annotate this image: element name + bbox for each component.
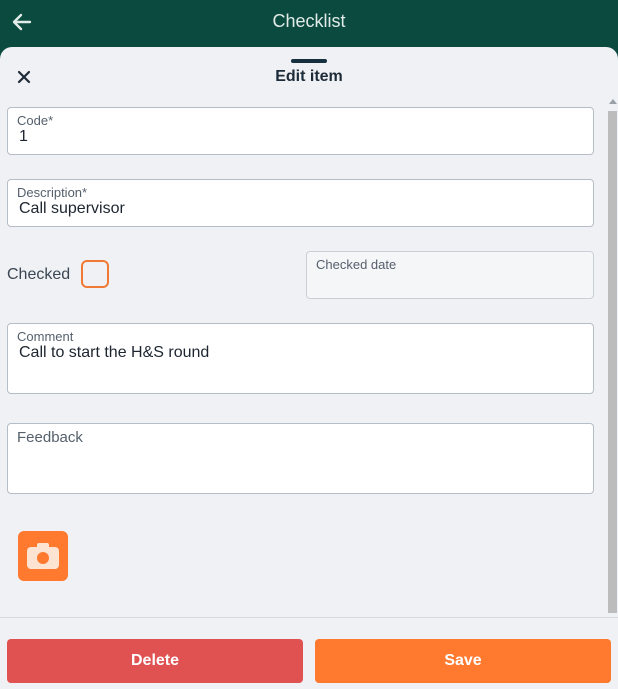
comment-label: Comment	[17, 329, 74, 344]
action-footer: Delete Save	[0, 617, 618, 689]
comment-field[interactable]: Comment Call to start the H&S round	[7, 323, 594, 394]
camera-button[interactable]	[18, 531, 68, 581]
code-label: Code*	[17, 113, 54, 128]
comment-value: Call to start the H&S round	[19, 344, 210, 361]
checked-checkbox[interactable]	[81, 260, 109, 288]
scrollbar-thumb[interactable]	[608, 111, 617, 613]
sheet-title: Edit item	[275, 68, 343, 85]
code-field[interactable]: Code* 1	[7, 107, 594, 155]
app-header: Checklist	[0, 0, 618, 46]
checked-label: Checked	[7, 266, 71, 283]
code-value: 1	[19, 128, 28, 145]
camera-icon	[27, 543, 59, 569]
description-field[interactable]: Description* Call supervisor	[7, 179, 594, 227]
scroll-up-arrow-icon[interactable]	[609, 99, 617, 104]
save-button[interactable]: Save	[315, 639, 611, 683]
description-label: Description*	[17, 185, 88, 200]
feedback-label: Feedback	[17, 429, 83, 446]
edit-item-sheet: Edit item Code* 1 Description* Call supe…	[0, 47, 618, 689]
checked-date-label: Checked date	[316, 257, 397, 272]
delete-button[interactable]: Delete	[7, 639, 303, 683]
feedback-field[interactable]: Feedback	[7, 423, 594, 494]
page-title: Checklist	[272, 11, 346, 31]
description-value: Call supervisor	[19, 200, 125, 217]
scrollbar[interactable]	[607, 99, 618, 615]
sheet-drag-handle[interactable]	[291, 59, 327, 63]
checked-date-field: Checked date	[306, 251, 594, 299]
